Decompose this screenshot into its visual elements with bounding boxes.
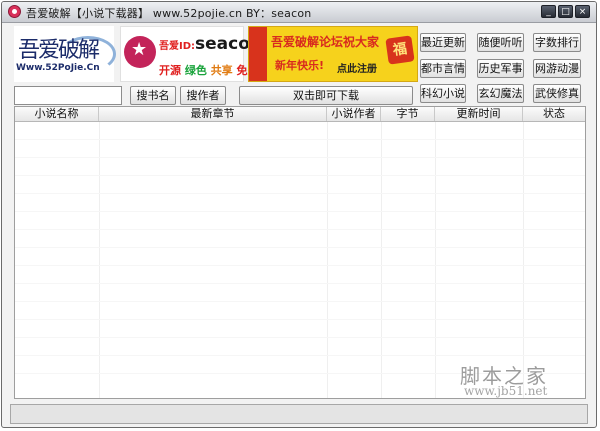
row-divider <box>15 319 585 320</box>
status-bar <box>10 404 588 424</box>
window-controls: _ □ × <box>541 5 590 18</box>
column-updated[interactable]: 更新时间 <box>435 107 523 121</box>
column-divider <box>435 122 436 398</box>
row-divider <box>15 355 585 356</box>
category-latest-button[interactable]: 最近更新 <box>420 33 466 52</box>
minimize-icon[interactable]: _ <box>541 5 556 18</box>
category-history-button[interactable]: 历史军事 <box>477 59 524 78</box>
row-divider <box>15 175 585 176</box>
tag-green: 绿色 <box>184 64 207 77</box>
author-banner-tags: 开源 绿色 共享 免费 <box>159 62 259 78</box>
new-year-banner[interactable]: 吾爱破解论坛祝大家 新年快乐! 点此注册 福 <box>248 26 418 82</box>
author-banner-title: 吾爱ID:seacon <box>159 34 262 54</box>
download-hint-button[interactable]: 双击即可下载 <box>239 86 413 105</box>
search-by-author-button[interactable]: 搜作者 <box>180 86 226 105</box>
column-author[interactable]: 小说作者 <box>327 107 381 121</box>
app-icon <box>8 5 21 18</box>
column-divider <box>381 122 382 398</box>
register-link[interactable]: 点此注册 <box>337 60 377 75</box>
novel-table[interactable]: 小说名称 最新章节 小说作者 字节 更新时间 状态 <box>14 106 586 399</box>
title-bar: 吾爱破解【小说下载器】 www.52pojie.cn BY：seacon _ □… <box>2 2 596 23</box>
row-divider <box>15 139 585 140</box>
new-year-greeting: 吾爱破解论坛祝大家 <box>271 35 380 49</box>
author-id-prefix: 吾爱ID: <box>159 41 196 52</box>
watermark: 脚本之家 www.jb51.net <box>460 360 580 404</box>
row-divider <box>15 193 585 194</box>
row-divider <box>15 337 585 338</box>
row-divider <box>15 211 585 212</box>
tag-share: 共享 <box>210 64 233 77</box>
column-novel-name[interactable]: 小说名称 <box>15 107 99 121</box>
row-divider <box>15 229 585 230</box>
window-title: 吾爱破解【小说下载器】 www.52pojie.cn BY：seacon <box>26 7 312 20</box>
column-divider <box>523 122 524 398</box>
row-divider <box>15 283 585 284</box>
app-window: 吾爱破解【小说下载器】 www.52pojie.cn BY：seacon _ □… <box>1 1 597 428</box>
watermark-url: www.jb51.net <box>464 384 548 398</box>
category-urban-button[interactable]: 都市言情 <box>420 59 466 78</box>
red-strip <box>249 27 267 81</box>
author-banner[interactable]: 吾爱ID:seacon 开源 绿色 共享 免费 <box>120 26 262 82</box>
search-input[interactable] <box>14 86 122 105</box>
category-scifi-button[interactable]: 科幻小说 <box>420 84 466 103</box>
site-logo[interactable]: 吾爱破解 Www.52PoJie.Cn <box>14 26 116 82</box>
category-random-button[interactable]: 随便听听 <box>477 33 524 52</box>
row-divider <box>15 247 585 248</box>
search-by-title-button[interactable]: 搜书名 <box>130 86 176 105</box>
tag-open-source: 开源 <box>159 64 181 77</box>
table-header: 小说名称 最新章节 小说作者 字节 更新时间 状态 <box>15 107 585 122</box>
maximize-icon[interactable]: □ <box>558 5 573 18</box>
close-icon[interactable]: × <box>575 5 590 18</box>
row-divider <box>15 301 585 302</box>
category-fantasy-button[interactable]: 玄幻魔法 <box>477 84 524 103</box>
column-bytes[interactable]: 字节 <box>381 107 435 121</box>
new-year-wish: 新年快乐! <box>275 59 325 72</box>
logo-url: Www.52PoJie.Cn <box>16 63 100 73</box>
category-wordcount-button[interactable]: 字数排行 <box>533 33 581 52</box>
fu-badge-icon: 福 <box>385 35 415 65</box>
column-divider <box>327 122 328 398</box>
column-divider <box>99 122 100 398</box>
column-latest-chapter[interactable]: 最新章节 <box>99 107 327 121</box>
row-divider <box>15 157 585 158</box>
column-status[interactable]: 状态 <box>523 107 585 121</box>
category-wuxia-button[interactable]: 武侠修真 <box>533 84 581 103</box>
row-divider <box>15 265 585 266</box>
star-logo-icon <box>124 36 156 68</box>
logo-text: 吾爱破解 <box>18 38 100 63</box>
category-game-button[interactable]: 网游动漫 <box>533 59 581 78</box>
